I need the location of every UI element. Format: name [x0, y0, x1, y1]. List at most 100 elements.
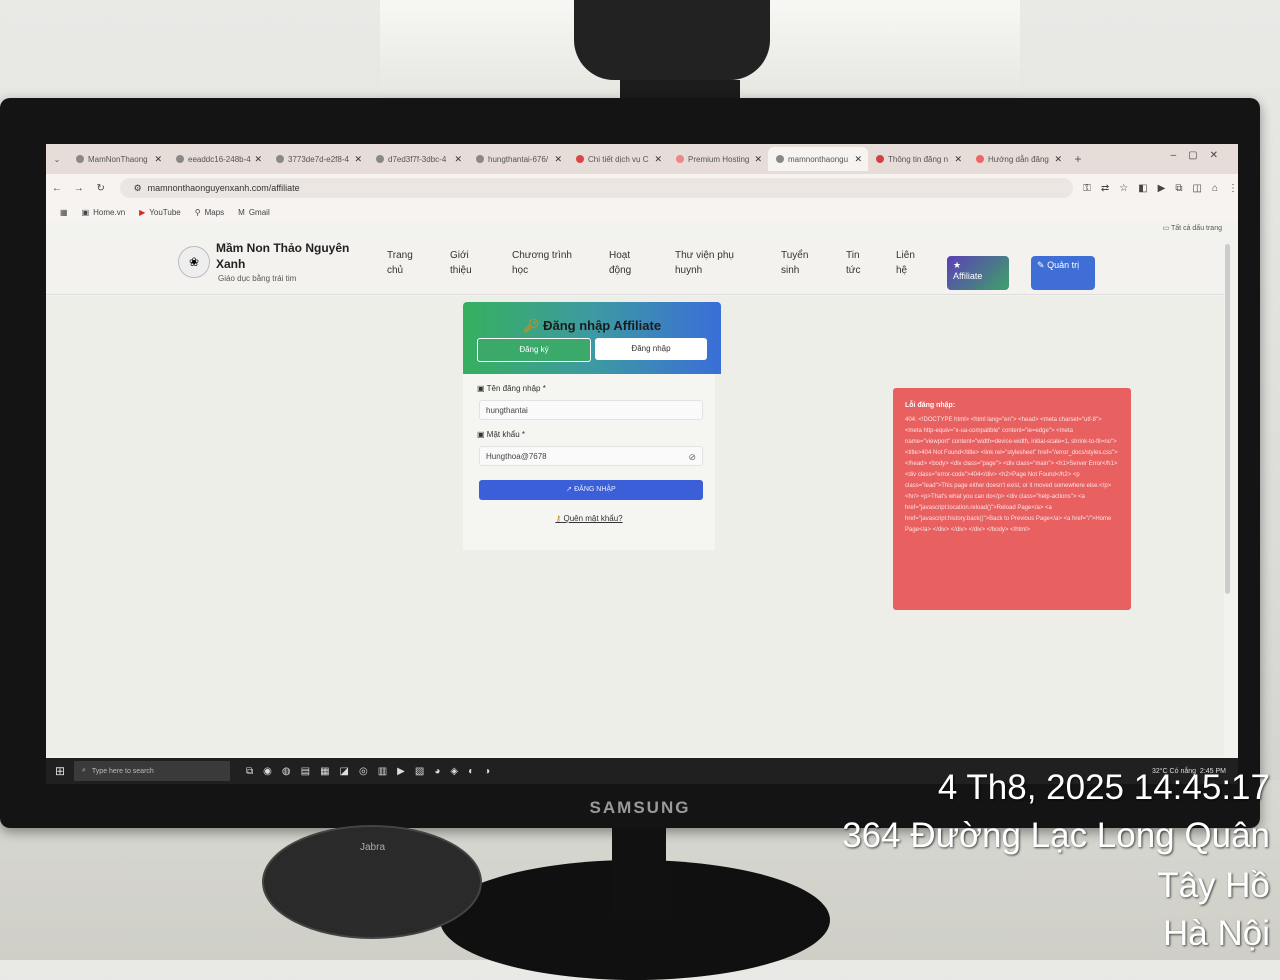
nav-contact[interactable]: Liên hệ	[896, 248, 926, 278]
tab-label: d7ed3f7f-3dbc-4	[388, 154, 447, 164]
login-submit-button[interactable]: ➚ ĐĂNG NHẬP	[479, 480, 703, 500]
favicon-icon	[776, 155, 784, 163]
app-icon[interactable]: ◑	[484, 766, 490, 777]
app-icon[interactable]: ◈	[450, 766, 458, 777]
favicon-icon	[976, 155, 984, 163]
apps-icon[interactable]: ▦	[60, 208, 68, 217]
menu-icon[interactable]: ⋮	[1228, 183, 1238, 194]
url-text: mamnonthaonguyenxanh.com/affiliate	[147, 183, 300, 193]
media-icon[interactable]: ▶	[397, 766, 405, 777]
key-icon: ⚷	[555, 514, 562, 523]
browser-tab[interactable]: Premium Hosting ✕	[668, 147, 768, 171]
chrome-icon[interactable]: ◕	[434, 766, 440, 777]
close-icon[interactable]: ✕	[754, 154, 762, 165]
tab-label: 3773de7d-e2f8-4	[288, 154, 349, 164]
nav-admission[interactable]: Tuyển sinh	[781, 248, 821, 278]
tab-label: Thông tin đăng n	[888, 154, 949, 164]
error-message: 404: <!DOCTYPE html> <html lang="en"> <h…	[905, 417, 1118, 533]
browser-tab[interactable]: d7ed3f7f-3dbc-4 ✕	[368, 147, 468, 171]
nav-news[interactable]: Tin tức	[846, 248, 876, 278]
app-icon[interactable]: ◐	[468, 766, 474, 777]
close-icon[interactable]: ✕	[854, 154, 862, 165]
tab-label: hungthantai-676/	[488, 154, 549, 164]
all-bookmarks[interactable]: ▭ Tất cả dấu trang	[1163, 224, 1222, 232]
url-bar[interactable]: ⚙ mamnonthaonguyenxanh.com/affiliate	[119, 178, 1074, 198]
monitor-brand: SAMSUNG	[589, 798, 691, 817]
taskbar-search[interactable]: ⌕ Type here to search	[74, 761, 230, 781]
browser-tab[interactable]: MamNonThaong ✕	[68, 147, 168, 171]
star-icon[interactable]: ☆	[1119, 183, 1128, 194]
browser-tab[interactable]: Hướng dẫn đăng ✕	[968, 147, 1068, 171]
password-field[interactable]: Hungthoa@7678 ⊘	[479, 446, 703, 466]
favicon-icon	[176, 155, 184, 163]
forgot-password-link[interactable]: ⚷ Quên mật khẩu?	[463, 514, 715, 523]
tab-signup[interactable]: Đăng ký	[477, 338, 591, 362]
extension-icon[interactable]: ◧	[1138, 183, 1147, 194]
bookmark-item[interactable]: ▶ YouTube	[139, 208, 181, 217]
window-controls[interactable]: –▢✕	[1171, 150, 1230, 161]
bookmark-item[interactable]: M Gmail	[238, 208, 270, 217]
edge-icon[interactable]: ◍	[282, 766, 291, 777]
back-icon[interactable]: ←	[46, 183, 68, 194]
nav-parent-library[interactable]: Thư viện phụ huynh	[675, 248, 747, 278]
affiliate-button[interactable]: ★ Affiliate	[947, 256, 1009, 290]
tab-search-icon[interactable]: ⌄	[46, 155, 68, 164]
youtube-icon: ▶	[139, 207, 146, 217]
new-tab-icon[interactable]: +	[1068, 152, 1088, 166]
key-icon[interactable]: ⚿	[1083, 183, 1091, 194]
login-error-box: Lỗi đăng nhập: 404: <!DOCTYPE html> <htm…	[893, 388, 1131, 610]
windows-start-icon[interactable]: ⊞	[46, 764, 74, 778]
browser-tab[interactable]: Chi tiết dịch vụ C ✕	[568, 147, 668, 171]
app-icon[interactable]: ◎	[359, 766, 368, 777]
favicon-icon	[676, 155, 684, 163]
profile-icon[interactable]: ⌂	[1212, 183, 1218, 194]
nav-activities[interactable]: Hoạt động	[609, 248, 649, 278]
browser-tab[interactable]: eeaddc16-248b-4 ✕	[168, 147, 268, 171]
file-explorer-icon[interactable]: ▤	[301, 766, 310, 777]
browser-tab[interactable]: hungthantai-676/ ✕	[468, 147, 568, 171]
outlook-icon[interactable]: ◪	[340, 766, 349, 777]
copilot-icon[interactable]: ◉	[263, 766, 272, 777]
bookmark-item[interactable]: ▣ Home.vn	[82, 208, 126, 217]
tab-label: MamNonThaong	[88, 154, 148, 164]
app-icon[interactable]: ▧	[415, 766, 424, 777]
bookmark-label: YouTube	[149, 207, 181, 217]
tab-login[interactable]: Đăng nhập	[595, 338, 707, 360]
site-slogan: Giáo dục bằng trái tim	[218, 274, 297, 283]
puzzle-icon[interactable]: ◫	[1193, 183, 1202, 194]
bookmark-label: Gmail	[248, 207, 270, 217]
bookmark-icon: ▣	[81, 207, 90, 217]
close-icon[interactable]: ✕	[654, 154, 662, 165]
browser-tab[interactable]: Thông tin đăng n ✕	[868, 147, 968, 171]
nav-home[interactable]: Trang chủ	[387, 248, 427, 278]
browser-tab[interactable]: 3773de7d-e2f8-4 ✕	[268, 147, 368, 171]
extension-icon[interactable]: ▶	[1158, 183, 1166, 194]
close-icon[interactable]: ✕	[954, 154, 962, 165]
admin-button[interactable]: ✎ Quản trị	[1031, 256, 1095, 290]
nav-about[interactable]: Giới thiệu	[450, 248, 490, 278]
all-bookmarks-label: Tất cả dấu trang	[1171, 225, 1222, 232]
task-view-icon[interactable]: ⧉	[246, 766, 253, 777]
notepad-icon[interactable]: ▥	[378, 766, 387, 777]
close-icon[interactable]: ✕	[554, 154, 562, 165]
eye-slash-icon[interactable]: ⊘	[688, 447, 696, 467]
username-field[interactable]: hungthantai	[479, 400, 703, 420]
nav-program[interactable]: Chương trình học	[512, 248, 582, 278]
close-icon[interactable]: ✕	[254, 154, 262, 165]
close-icon[interactable]: ✕	[454, 154, 462, 165]
bookmark-item[interactable]: ⚲ Maps	[195, 208, 224, 217]
scrollbar[interactable]	[1225, 244, 1230, 594]
site-info-icon[interactable]: ⚙	[134, 183, 142, 194]
extension-icon[interactable]: ⧉	[1175, 183, 1182, 194]
reload-icon[interactable]: ↻	[90, 183, 112, 194]
store-icon[interactable]: ▦	[320, 766, 329, 777]
close-icon[interactable]: ✕	[154, 154, 162, 165]
close-icon[interactable]: ✕	[354, 154, 362, 165]
browser-tab-active[interactable]: mamnonthaongu ✕	[768, 147, 868, 171]
forward-icon[interactable]: →	[68, 183, 90, 194]
site-logo[interactable]: ❀	[178, 246, 210, 278]
admin-label: Quản trị	[1047, 260, 1080, 270]
translate-icon[interactable]: ⇄	[1101, 183, 1109, 194]
close-icon[interactable]: ✕	[1054, 154, 1062, 165]
site-name[interactable]: Mầm Non Thảo Nguyên Xanh	[216, 240, 366, 272]
